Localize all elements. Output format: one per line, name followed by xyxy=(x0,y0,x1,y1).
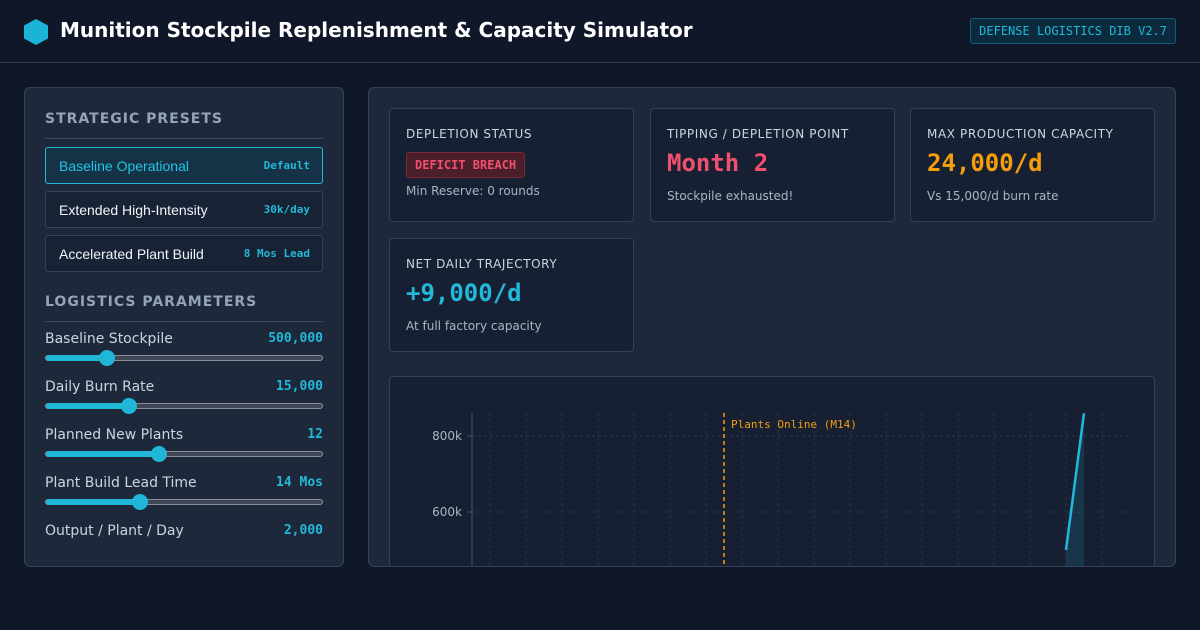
y-tick-label: 600k xyxy=(432,505,462,519)
sidebar-panel: STRATEGIC PRESETS Baseline Operational D… xyxy=(24,87,344,567)
card-title: TIPPING / DEPLETION POINT xyxy=(667,127,849,141)
param-value-planned-new-plants: 12 xyxy=(307,427,323,442)
param-label-planned-new-plants: Planned New Plants xyxy=(45,427,184,443)
card-subtext: At full factory capacity xyxy=(406,319,542,333)
slider-thumb[interactable] xyxy=(131,494,148,510)
version-badge: DEFENSE LOGISTICS DIB V2.7 xyxy=(970,18,1176,44)
slider-fill xyxy=(46,499,140,505)
param-value-baseline-stockpile: 500,000 xyxy=(268,331,323,346)
daily-burn-rate-slider[interactable] xyxy=(45,398,323,414)
preset-tag: 8 Mos Lead xyxy=(243,247,310,260)
params-section-title: LOGISTICS PARAMETERS xyxy=(45,294,323,322)
chart-svg: 800k 600k Plants Online (M14) xyxy=(432,413,1130,566)
param-value-daily-burn-rate: 15,000 xyxy=(276,379,323,394)
baseline-stockpile-slider[interactable] xyxy=(45,350,323,366)
stockpile-chart: 800k 600k Plants Online (M14) xyxy=(389,376,1155,566)
param-label-baseline-stockpile: Baseline Stockpile xyxy=(45,331,173,347)
main-panel: DEPLETION STATUS DEFICIT BREACH Min Rese… xyxy=(368,87,1176,567)
preset-accelerated-plant-build[interactable]: Accelerated Plant Build 8 Mos Lead xyxy=(45,235,323,272)
y-tick-label: 800k xyxy=(432,429,462,443)
planned-new-plants-slider[interactable] xyxy=(45,446,323,462)
slider-thumb[interactable] xyxy=(98,350,115,366)
plant-build-lead-time-slider[interactable] xyxy=(45,494,323,510)
net-trajectory-card: NET DAILY TRAJECTORY +9,000/d At full fa… xyxy=(389,238,634,352)
preset-tag: 30k/day xyxy=(263,203,310,216)
card-value: Month 2 xyxy=(667,149,769,177)
param-label-output-per-plant: Output / Plant / Day xyxy=(45,523,184,539)
param-value-plant-build-lead-time: 14 Mos xyxy=(276,475,323,490)
card-value: +9,000/d xyxy=(406,279,522,307)
slider-thumb[interactable] xyxy=(120,398,137,414)
preset-extended-high-intensity[interactable]: Extended High-Intensity 30k/day xyxy=(45,191,323,228)
slider-fill xyxy=(46,451,160,457)
plants-online-label: Plants Online (M14) xyxy=(731,418,857,431)
card-value: 24,000/d xyxy=(927,149,1043,177)
preset-tag: Default xyxy=(263,159,310,172)
slider-thumb[interactable] xyxy=(151,446,168,462)
app-header: Munition Stockpile Replenishment & Capac… xyxy=(0,0,1200,63)
param-label-daily-burn-rate: Daily Burn Rate xyxy=(45,379,155,395)
tipping-point-card: TIPPING / DEPLETION POINT Month 2 Stockp… xyxy=(650,108,895,222)
hexagon-icon xyxy=(24,19,48,45)
card-subtext: Min Reserve: 0 rounds xyxy=(406,184,540,198)
card-title: MAX PRODUCTION CAPACITY xyxy=(927,127,1114,141)
preset-label: Extended High-Intensity xyxy=(59,202,208,218)
param-label-plant-build-lead-time: Plant Build Lead Time xyxy=(45,475,197,491)
card-subtext: Stockpile exhausted! xyxy=(667,189,794,203)
depletion-status-card: DEPLETION STATUS DEFICIT BREACH Min Rese… xyxy=(389,108,634,222)
card-subtext: Vs 15,000/d burn rate xyxy=(927,189,1059,203)
deficit-breach-badge: DEFICIT BREACH xyxy=(406,152,526,178)
param-value-output-per-plant: 2,000 xyxy=(283,523,323,538)
card-title: NET DAILY TRAJECTORY xyxy=(406,257,558,271)
app-title: Munition Stockpile Replenishment & Capac… xyxy=(60,18,693,42)
preset-label: Accelerated Plant Build xyxy=(59,246,204,262)
slider-fill xyxy=(46,355,107,361)
slider-fill xyxy=(46,403,129,409)
presets-section-title: STRATEGIC PRESETS xyxy=(45,111,323,139)
max-capacity-card: MAX PRODUCTION CAPACITY 24,000/d Vs 15,0… xyxy=(910,108,1155,222)
preset-label: Baseline Operational xyxy=(59,158,189,174)
card-title: DEPLETION STATUS xyxy=(406,127,533,141)
preset-baseline-operational[interactable]: Baseline Operational Default xyxy=(45,147,323,184)
